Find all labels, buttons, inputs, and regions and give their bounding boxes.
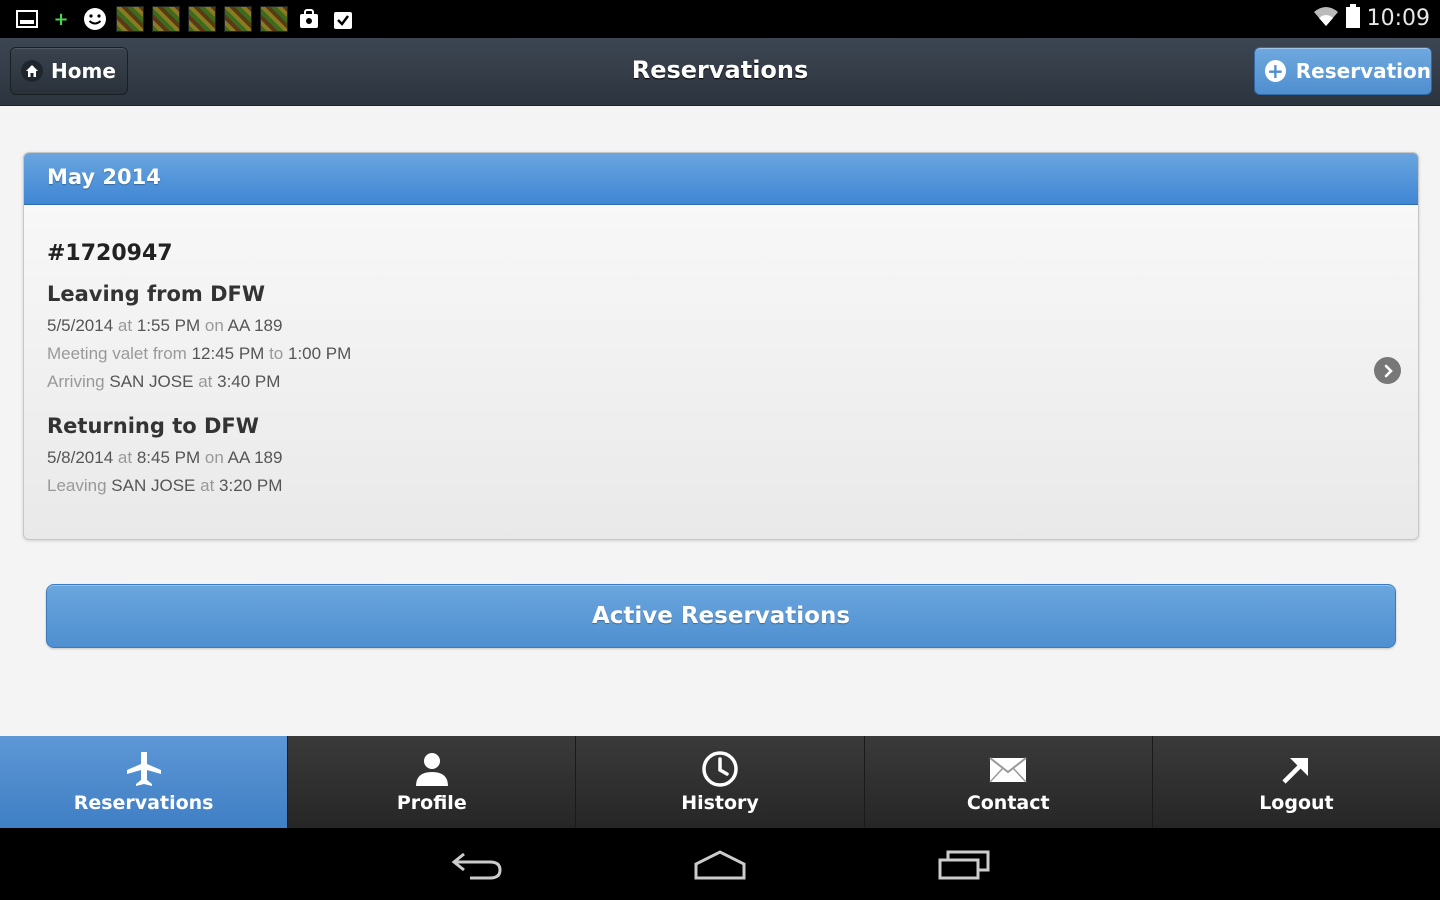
active-reservations-button[interactable]: Active Reservations <box>46 584 1396 648</box>
smiley-icon <box>82 6 108 32</box>
tab-profile[interactable]: Profile <box>288 736 577 828</box>
reservation-details: #1720947 Leaving from DFW 5/5/2014 at 1:… <box>24 205 1418 496</box>
tab-reservations[interactable]: Reservations <box>0 736 289 828</box>
envelope-icon <box>989 757 1027 783</box>
tab-logout[interactable]: Logout <box>1153 736 1440 828</box>
tab-contact[interactable]: Contact <box>865 736 1153 828</box>
battery-icon <box>1345 4 1361 32</box>
chevron-right-icon[interactable] <box>1374 357 1401 384</box>
arrow-up-right-icon <box>1282 758 1309 784</box>
person-icon <box>415 753 448 786</box>
recent-apps-icon[interactable] <box>936 848 992 882</box>
clipboard-check-icon <box>330 6 356 32</box>
app-notification-icon <box>260 6 288 32</box>
shopping-bag-icon <box>296 6 322 32</box>
wifi-icon <box>1313 5 1339 31</box>
new-reservation-label: Reservation <box>1295 59 1431 83</box>
returning-leaving-line: Leaving SAN JOSE at 3:20 PM <box>47 476 283 495</box>
back-icon[interactable] <box>450 848 506 882</box>
plus-icon: + <box>53 8 69 30</box>
app-notification-icon <box>152 6 180 32</box>
reservation-number: #1720947 <box>47 241 173 266</box>
home-nav-icon[interactable] <box>692 848 748 882</box>
returning-flight-line: 5/8/2014 at 8:45 PM on AA 189 <box>47 448 283 467</box>
main-content: May 2014 #1720947 Leaving from DFW 5/5/2… <box>0 106 1440 736</box>
bottom-tab-bar: Reservations Profile History Contact Log… <box>0 736 1440 828</box>
clock: 10:09 <box>1366 5 1430 31</box>
reservation-card[interactable]: May 2014 #1720947 Leaving from DFW 5/5/2… <box>23 152 1419 540</box>
clock-icon <box>702 751 738 787</box>
app-notification-icon <box>224 6 252 32</box>
returning-title: Returning to DFW <box>47 414 259 438</box>
month-header: May 2014 <box>24 153 1418 205</box>
plus-circle-icon: + <box>1265 59 1286 83</box>
app-notification-icon <box>188 6 216 32</box>
new-reservation-button[interactable]: + Reservation <box>1254 47 1432 95</box>
leaving-flight-line: 5/5/2014 at 1:55 PM on AA 189 <box>47 316 283 335</box>
arriving-line: Arriving SAN JOSE at 3:40 PM <box>47 372 281 391</box>
app-header: Home Reservations + Reservation <box>0 38 1440 106</box>
leaving-title: Leaving from DFW <box>47 282 266 306</box>
valet-meeting-line: Meeting valet from 12:45 PM to 1:00 PM <box>47 344 352 363</box>
gallery-icon <box>14 6 40 32</box>
tab-history[interactable]: History <box>576 736 865 828</box>
app-notification-icon <box>116 6 144 32</box>
page-title: Reservations <box>631 56 809 84</box>
airplane-icon <box>126 752 161 786</box>
status-bar: + 10:09 <box>0 0 1440 38</box>
system-nav-bar <box>0 828 1440 900</box>
